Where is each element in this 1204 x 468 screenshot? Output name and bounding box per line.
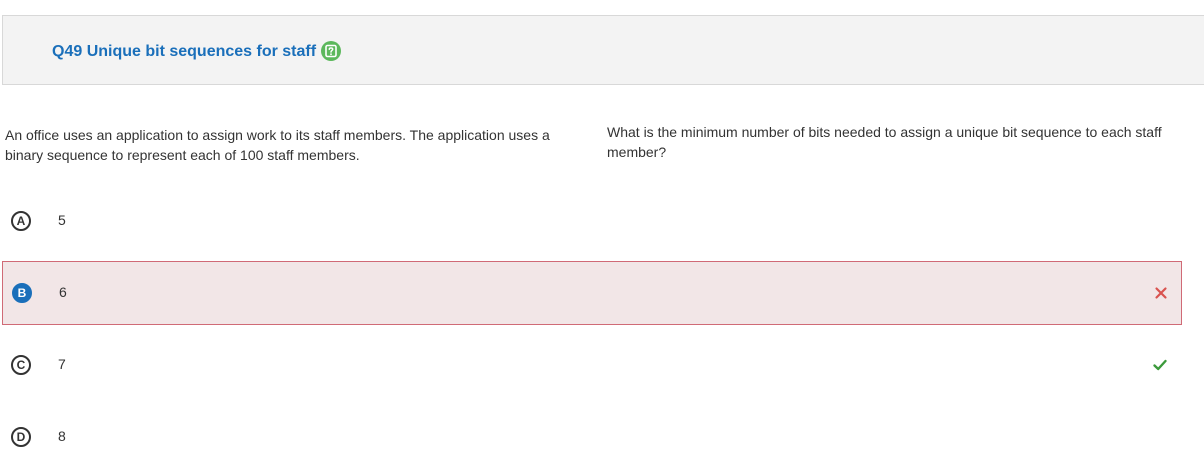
answer-option-b[interactable]: B 6 <box>2 261 1182 325</box>
option-text: 8 <box>58 428 66 444</box>
option-text: 5 <box>58 212 66 228</box>
answer-option-d[interactable]: D 8 <box>0 404 1182 468</box>
option-letter-badge[interactable]: A <box>11 211 31 231</box>
question-stem-context: An office uses an application to assign … <box>5 127 550 163</box>
question-header: Q49 Unique bit sequences for staff <box>2 15 1204 85</box>
option-letter-badge[interactable]: D <box>11 427 31 447</box>
answer-option-a[interactable]: A 5 <box>0 188 1182 252</box>
option-text: 7 <box>58 356 66 372</box>
close-x-icon <box>1153 285 1169 301</box>
help-question-icon[interactable] <box>321 41 341 61</box>
answer-option-c[interactable]: C 7 <box>0 332 1182 396</box>
question-stem-prompt: What is the minimum number of bits neede… <box>607 124 1162 160</box>
option-letter-badge[interactable]: C <box>11 355 31 375</box>
option-letter-badge[interactable]: B <box>12 283 32 303</box>
option-text: 6 <box>59 284 67 300</box>
checkmark-icon <box>1152 357 1168 373</box>
question-title: Q49 Unique bit sequences for staff <box>52 43 317 60</box>
